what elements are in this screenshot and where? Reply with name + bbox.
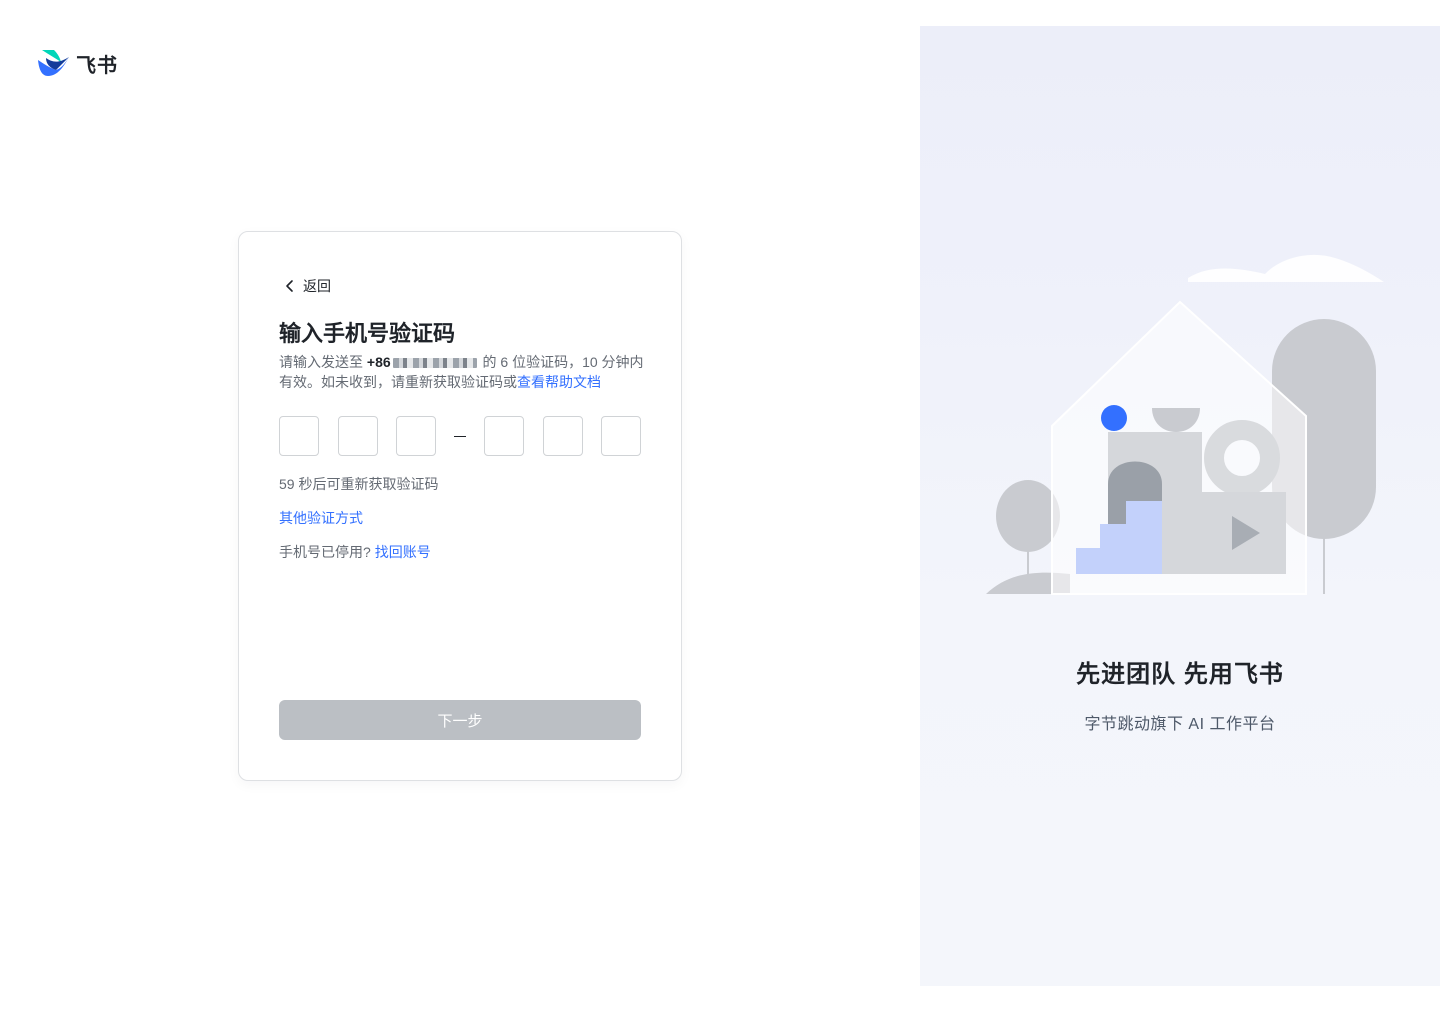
masked-phone-number xyxy=(392,358,477,369)
promo-slogan: 先进团队 先用飞书 xyxy=(1076,661,1284,688)
chevron-left-icon xyxy=(286,280,293,292)
code-separator xyxy=(436,435,484,437)
house-illustration xyxy=(986,254,1384,595)
recover-account-link[interactable]: 找回账号 xyxy=(375,544,431,560)
desc-prefix: 请输入发送至 xyxy=(279,354,367,370)
app-name: 飞书 xyxy=(76,54,118,77)
code-digit-6[interactable] xyxy=(601,416,641,456)
resend-countdown: 59 秒后可重新获取验证码 xyxy=(279,476,439,492)
instruction-text: 请输入发送至 +86 的 6 位验证码，10 分钟内有效。如未收到，请重新获取验… xyxy=(279,352,649,392)
other-verification-link[interactable]: 其他验证方式 xyxy=(279,508,363,528)
back-button[interactable]: 返回 xyxy=(283,276,331,296)
code-digit-5[interactable] xyxy=(543,416,583,456)
app-logo: 飞书 xyxy=(36,48,118,78)
phone-stopped-question: 手机号已停用? xyxy=(279,544,371,560)
promo-panel: 先进团队 先用飞书 字节跳动旗下 AI 工作平台 xyxy=(920,26,1440,986)
next-button[interactable]: 下一步 xyxy=(279,700,641,740)
code-digit-4[interactable] xyxy=(484,416,524,456)
code-digit-2[interactable] xyxy=(338,416,378,456)
feishu-logo-icon xyxy=(38,50,69,76)
verification-card: 返回 输入手机号验证码 请输入发送至 +86 的 6 位验证码，10 分钟内有效… xyxy=(238,231,682,781)
back-label: 返回 xyxy=(303,278,331,294)
phone-prefix: +86 xyxy=(366,354,391,370)
phone-stopped-row: 手机号已停用? 找回账号 xyxy=(279,542,431,562)
code-digit-1[interactable] xyxy=(279,416,319,456)
promo-subtitle: 字节跳动旗下 AI 工作平台 xyxy=(1084,716,1276,733)
help-doc-link[interactable]: 查看帮助文档 xyxy=(517,374,601,390)
login-window: 飞书 返回 输入手机号验证码 请输入发送至 +86 的 6 位验证码，10 分钟… xyxy=(0,0,1440,1012)
code-input-group xyxy=(279,416,641,456)
code-digit-3[interactable] xyxy=(396,416,436,456)
page-title: 输入手机号验证码 xyxy=(279,321,456,346)
